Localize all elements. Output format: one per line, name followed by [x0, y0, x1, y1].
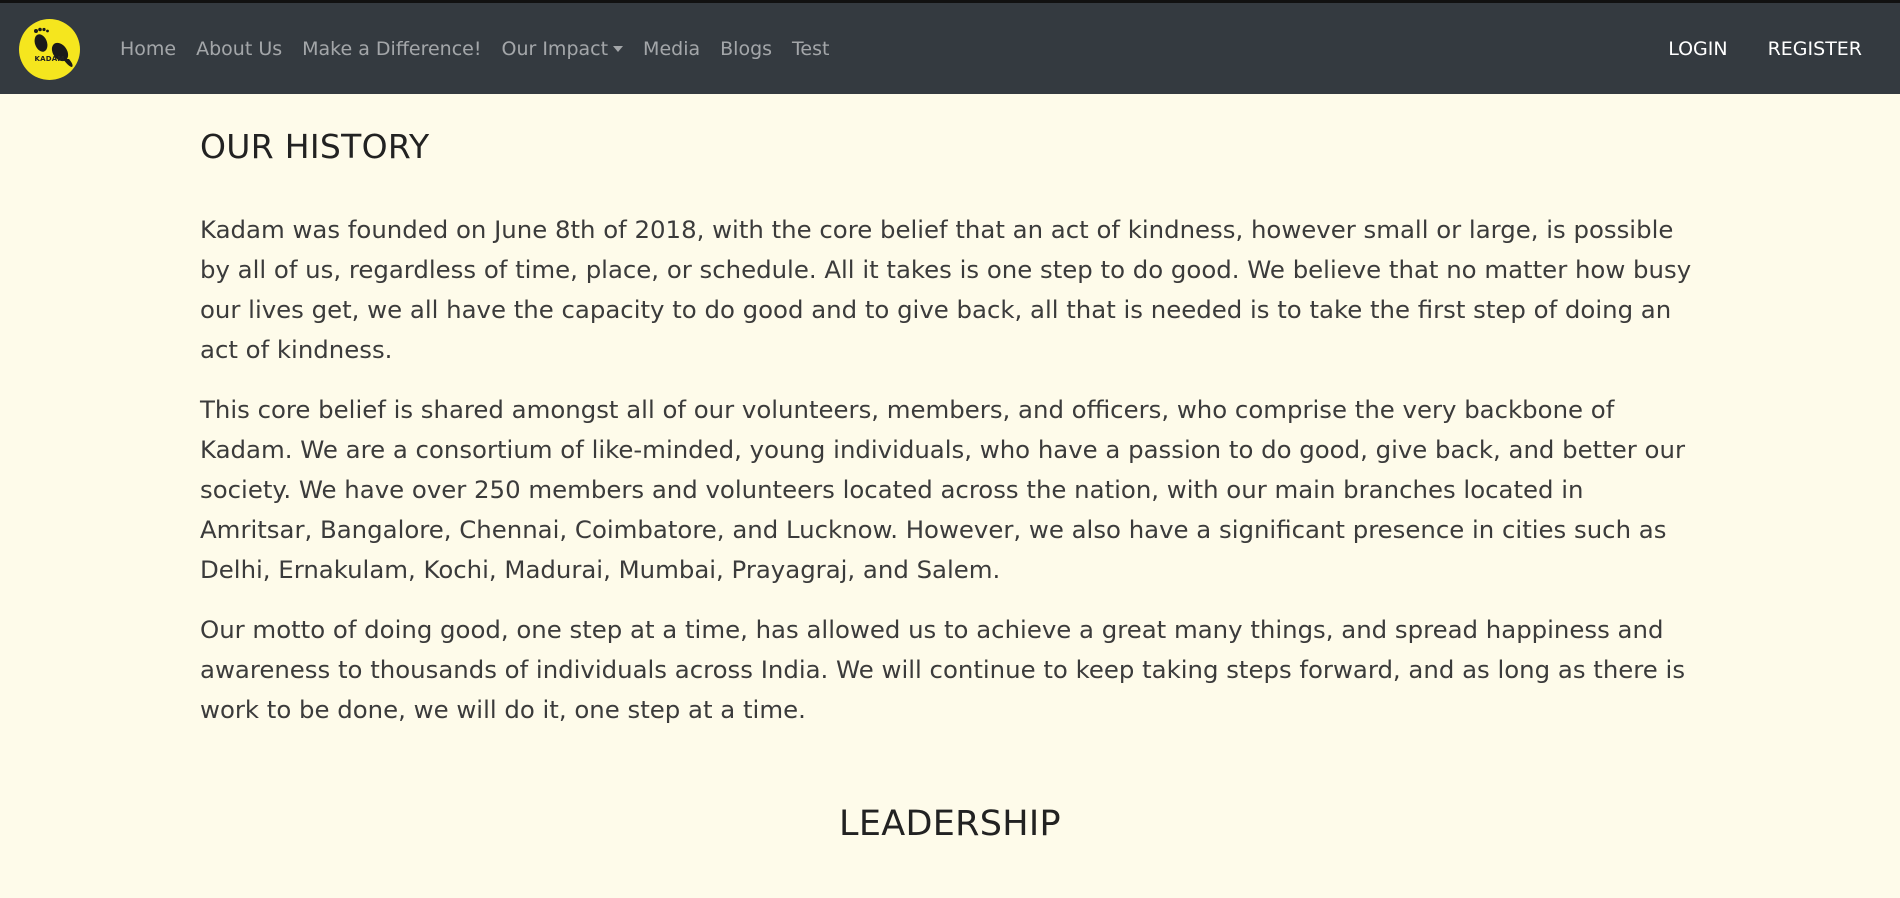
- nav-blogs[interactable]: Blogs: [710, 38, 782, 60]
- nav-about-us[interactable]: About Us: [186, 38, 292, 60]
- login-link[interactable]: LOGIN: [1648, 38, 1747, 60]
- register-link[interactable]: REGISTER: [1748, 38, 1882, 60]
- navbar: KADAM Home About Us Make a Difference! O…: [0, 3, 1900, 94]
- history-paragraph: Our motto of doing good, one step at a t…: [200, 615, 1686, 724]
- history-paragraph: Kadam was founded on June 8th of 2018, w…: [200, 215, 1692, 364]
- history-title: OUR HISTORY: [200, 127, 430, 166]
- nav-our-impact-dropdown[interactable]: Our Impact: [491, 38, 633, 60]
- auth-links: LOGIN REGISTER: [1648, 3, 1882, 94]
- brand-logo[interactable]: KADAM: [19, 19, 80, 80]
- nav-links: Home About Us Make a Difference! Our Imp…: [110, 3, 839, 94]
- nav-our-impact-label: Our Impact: [501, 37, 609, 60]
- footprints-icon: [34, 27, 73, 67]
- nav-home[interactable]: Home: [110, 38, 186, 60]
- brand-name: KADAM: [34, 55, 65, 63]
- nav-make-a-difference[interactable]: Make a Difference!: [292, 38, 491, 60]
- caret-down-icon: [613, 45, 624, 52]
- nav-test[interactable]: Test: [782, 38, 839, 60]
- nav-media[interactable]: Media: [633, 38, 710, 60]
- leadership-title: LEADERSHIP: [839, 804, 1061, 844]
- history-paragraph: This core belief is shared amongst all o…: [200, 395, 1685, 584]
